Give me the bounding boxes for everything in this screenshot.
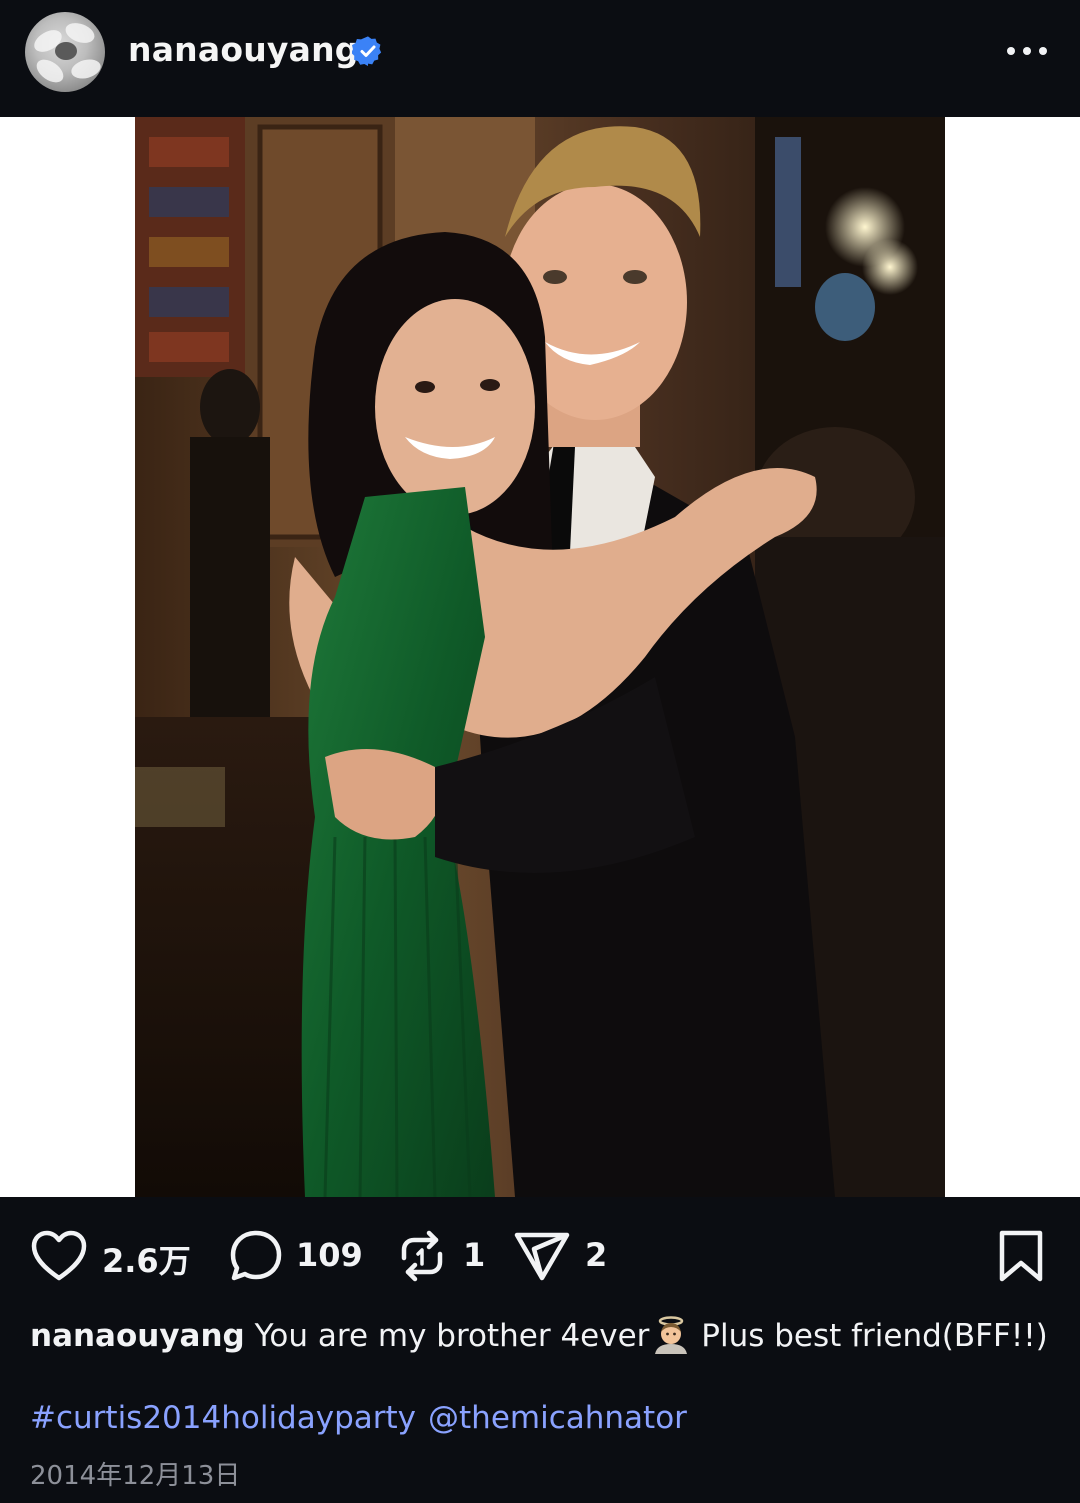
- hashtag-link[interactable]: #curtis2014holidayparty: [30, 1400, 416, 1436]
- post-photo[interactable]: [135, 117, 945, 1197]
- more-horizontal-icon[interactable]: [1002, 34, 1052, 68]
- repost-icon[interactable]: [396, 1228, 448, 1284]
- verified-badge-icon: [352, 36, 382, 67]
- post-date: 2014年12月13日: [30, 1461, 241, 1491]
- post-caption: nanaouyang You are my brother 4ever Plus…: [30, 1314, 1050, 1356]
- post-username[interactable]: nanaouyang: [128, 30, 359, 69]
- share-count: 2: [585, 1236, 608, 1274]
- heart-icon[interactable]: [30, 1228, 88, 1284]
- caption-text-start: You are my brother 4ever: [254, 1318, 650, 1354]
- post-media-area: [0, 117, 1080, 1197]
- bookmark-icon[interactable]: [996, 1228, 1046, 1284]
- comment-count: 109: [296, 1236, 363, 1274]
- avatar[interactable]: [25, 12, 105, 92]
- caption-text-end: Plus best friend(BFF!!): [691, 1318, 1048, 1354]
- post-header: nanaouyang: [0, 0, 1080, 117]
- repost-count: 1: [463, 1236, 486, 1274]
- comment-icon[interactable]: [228, 1228, 284, 1284]
- caption-username[interactable]: nanaouyang: [30, 1318, 245, 1354]
- caption-links: #curtis2014holidayparty @themicahnator: [30, 1398, 699, 1438]
- man-with-halo-emoji: [655, 1316, 688, 1354]
- send-icon[interactable]: [512, 1228, 572, 1284]
- mention-link[interactable]: @themicahnator: [428, 1400, 687, 1436]
- like-count: 2.6万: [102, 1242, 191, 1280]
